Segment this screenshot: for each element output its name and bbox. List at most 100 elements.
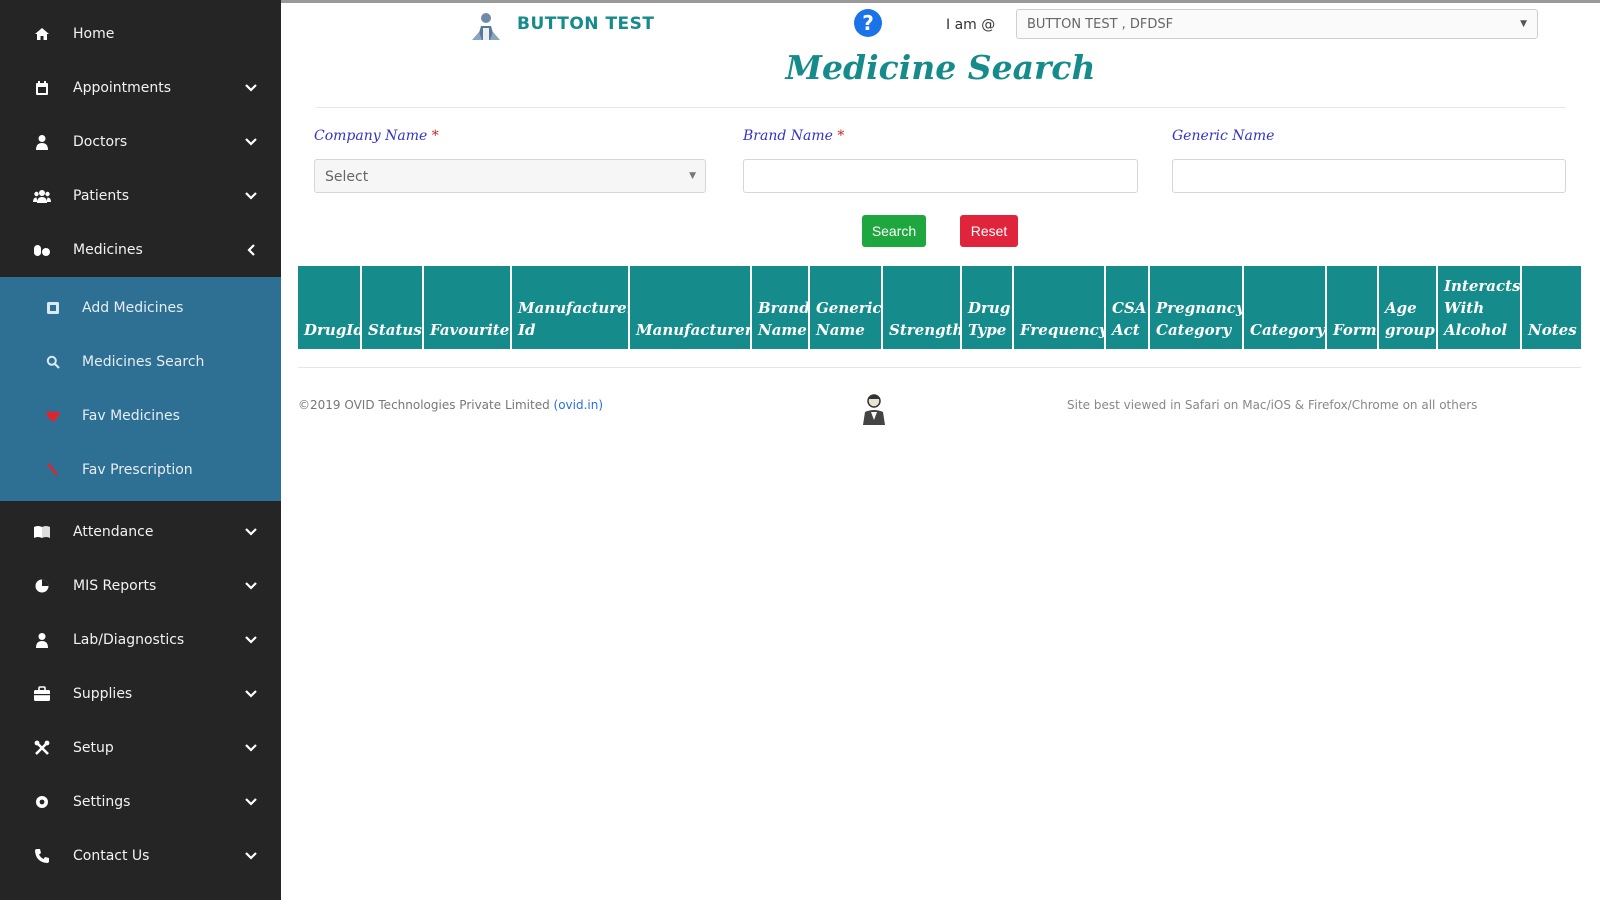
search-icon xyxy=(45,354,61,370)
chevron-down-icon[interactable] xyxy=(243,578,259,594)
sidebar-item-appointments[interactable]: Appointments xyxy=(0,61,281,115)
generic-name-input[interactable] xyxy=(1172,159,1566,193)
column-header-frequency[interactable]: Frequency xyxy=(1014,266,1106,349)
submenu-item-fav-prescription[interactable]: Fav Prescription xyxy=(0,443,281,497)
sidebar-item-label: Lab/Diagnostics xyxy=(73,632,185,648)
sidebar-item-label: Appointments xyxy=(73,80,172,96)
submenu-item-label: Add Medicines xyxy=(82,300,184,316)
patients-icon xyxy=(33,187,51,205)
report-icon xyxy=(33,577,51,595)
column-header-category[interactable]: Category xyxy=(1244,266,1327,349)
submenu-item-fav-medicines[interactable]: Fav Medicines xyxy=(0,389,281,443)
sidebar-item-label: Settings xyxy=(73,794,131,810)
submenu-item-add-medicines[interactable]: Add Medicines xyxy=(0,281,281,335)
app-name[interactable]: BUTTON TEST xyxy=(517,14,655,34)
column-header-status[interactable]: Status xyxy=(362,266,424,349)
page-title: Medicine Search xyxy=(785,48,1096,87)
footer-copyright: ©2019 OVID Technologies Private Limited … xyxy=(298,398,603,412)
best-viewed-note: Site best viewed in Safari on Mac/iOS & … xyxy=(1067,398,1478,412)
doctor-avatar-icon xyxy=(863,394,885,425)
column-header-generic-name[interactable]: Generic Name xyxy=(810,266,883,349)
sidebar-item-doctors[interactable]: Doctors xyxy=(0,115,281,169)
sidebar-item-lab-diagnostics[interactable]: Lab/Diagnostics xyxy=(0,613,281,667)
column-header-drug-type[interactable]: Drug Type xyxy=(962,266,1014,349)
iam-select[interactable]: BUTTON TEST , DFDSF ▼ xyxy=(1016,9,1538,39)
divider xyxy=(316,107,1566,108)
column-header-manufacturer[interactable]: Manufacturer xyxy=(630,266,752,349)
column-header-drugid[interactable]: DrugId xyxy=(298,266,362,349)
sidebar-item-contact-us[interactable]: Contact Us xyxy=(0,829,281,883)
gear-icon xyxy=(33,793,51,811)
submenu-item-label: Fav Prescription xyxy=(82,462,193,478)
sidebar-top-items: Home Appointments Doctors Patients Medicines xyxy=(0,0,281,277)
column-header-notes[interactable]: Notes xyxy=(1522,266,1581,349)
results-table-header: DrugId Status Favourite Manufacturer Id Manu… xyxy=(298,266,1581,349)
chevron-down-icon: ▼ xyxy=(1520,19,1527,29)
sidebar-item-label: MIS Reports xyxy=(73,578,157,594)
chevron-down-icon[interactable] xyxy=(243,188,259,204)
company-name-label-text: Company Name xyxy=(314,128,428,144)
sidebar-item-label: Medicines xyxy=(73,242,143,258)
home-icon xyxy=(33,25,51,43)
sidebar-item-settings[interactable]: Settings xyxy=(0,775,281,829)
prescription-icon xyxy=(45,462,61,478)
submenu-item-medicines-search[interactable]: Medicines Search xyxy=(0,335,281,389)
phone-icon xyxy=(33,847,51,865)
sidebar-item-patients[interactable]: Patients xyxy=(0,169,281,223)
column-header-pregnancy-category[interactable]: Pregnancy Category xyxy=(1150,266,1244,349)
brand-name-input[interactable] xyxy=(743,159,1138,193)
iam-select-value: BUTTON TEST , DFDSF xyxy=(1027,17,1174,32)
doctor-icon xyxy=(33,133,51,151)
chevron-left-icon[interactable] xyxy=(243,242,259,258)
company-name-select[interactable]: Select ▼ xyxy=(314,159,706,193)
column-header-age-group[interactable]: Age group xyxy=(1379,266,1438,349)
sidebar-item-attendance[interactable]: Attendance xyxy=(0,505,281,559)
calendar-icon xyxy=(33,79,51,97)
chevron-down-icon[interactable] xyxy=(243,80,259,96)
brand-name-label-text: Brand Name xyxy=(743,128,833,144)
chevron-down-icon[interactable] xyxy=(243,848,259,864)
plus-square-icon xyxy=(45,300,61,316)
column-header-favourite[interactable]: Favourite xyxy=(424,266,512,349)
required-marker: * xyxy=(431,128,439,144)
chevron-down-icon[interactable] xyxy=(243,740,259,756)
submenu-item-label: Medicines Search xyxy=(82,354,205,370)
sidebar-bottom-items: Attendance MIS Reports Lab/Diagnostics Supp… xyxy=(0,501,281,883)
sidebar-item-label: Home xyxy=(73,26,115,42)
company-name-label: Company Name * xyxy=(314,128,439,144)
column-header-manufacturer-id[interactable]: Manufacturer Id xyxy=(512,266,630,349)
iam-label: I am @ xyxy=(946,17,996,33)
lab-icon xyxy=(33,631,51,649)
column-header-form[interactable]: Form xyxy=(1327,266,1379,349)
briefcase-icon xyxy=(33,685,51,703)
ovid-link[interactable]: (ovid.in) xyxy=(554,398,604,412)
divider xyxy=(298,367,1581,368)
medicines-submenu: Add Medicines Medicines Search Fav Medicin… xyxy=(0,277,281,501)
chevron-down-icon[interactable] xyxy=(243,134,259,150)
search-button[interactable]: Search xyxy=(862,215,926,247)
company-name-select-value: Select xyxy=(325,169,369,185)
sidebar: Home Appointments Doctors Patients Medicines… xyxy=(0,0,281,900)
copyright-text: ©2019 OVID Technologies Private Limited xyxy=(298,398,550,412)
column-header-strength[interactable]: Strength xyxy=(883,266,962,349)
tools-icon xyxy=(33,739,51,757)
heart-icon xyxy=(45,408,61,424)
sidebar-item-label: Attendance xyxy=(73,524,154,540)
sidebar-item-setup[interactable]: Setup xyxy=(0,721,281,775)
chevron-down-icon[interactable] xyxy=(243,632,259,648)
sidebar-item-supplies[interactable]: Supplies xyxy=(0,667,281,721)
chevron-down-icon[interactable] xyxy=(243,686,259,702)
sidebar-item-home[interactable]: Home xyxy=(0,7,281,61)
sidebar-item-medicines[interactable]: Medicines xyxy=(0,223,281,277)
reset-button[interactable]: Reset xyxy=(960,215,1018,247)
main-content: BUTTON TEST ? I am @ BUTTON TEST , DFDSF… xyxy=(281,0,1600,900)
help-icon[interactable]: ? xyxy=(854,9,882,37)
column-header-brand-name[interactable]: Brand Name xyxy=(752,266,810,349)
column-header-csa-act[interactable]: CSA Act xyxy=(1106,266,1150,349)
app-logo-icon xyxy=(472,13,500,40)
pills-icon xyxy=(33,241,51,259)
chevron-down-icon[interactable] xyxy=(243,524,259,540)
sidebar-item-mis-reports[interactable]: MIS Reports xyxy=(0,559,281,613)
chevron-down-icon[interactable] xyxy=(243,794,259,810)
column-header-interacts-with-alcohol[interactable]: Interacts With Alcohol xyxy=(1438,266,1522,349)
